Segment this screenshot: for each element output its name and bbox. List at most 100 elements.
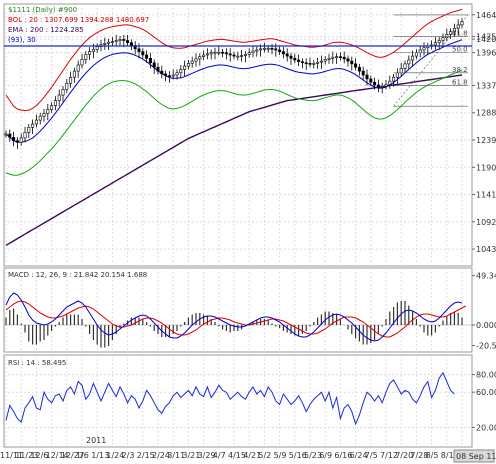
- candle-body: [190, 60, 194, 64]
- candle-body: [213, 51, 217, 54]
- candle-body: [107, 41, 111, 44]
- candle-body: [167, 75, 171, 77]
- price-tick-label: 1141.20: [476, 191, 496, 200]
- candle-body: [388, 80, 392, 85]
- candle-body: [255, 49, 259, 52]
- candle-body: [156, 66, 160, 72]
- candle-body: [118, 39, 122, 41]
- candle-body: [331, 56, 335, 59]
- candle-body: [198, 56, 202, 60]
- candle-body: [129, 42, 133, 46]
- candle-body: [361, 70, 365, 76]
- fib-label: 50.0: [452, 46, 468, 54]
- x-tick-label: 5/9: [274, 451, 287, 460]
- candle-body: [308, 63, 312, 65]
- candle-body: [278, 49, 282, 52]
- candle-body: [224, 52, 228, 55]
- candle-body: [145, 54, 149, 59]
- last-date-label: 08 Sep 11: [456, 452, 496, 461]
- candle-body: [205, 53, 209, 56]
- candle-body: [414, 52, 418, 57]
- candle-body: [285, 53, 289, 57]
- candle-body: [357, 66, 361, 72]
- candle-body: [327, 58, 331, 60]
- price-panel: 61.8 50.0 38.2 61.8 $1111 (Daily) #900 BOL …: [3, 3, 496, 267]
- candle-body: [376, 84, 380, 87]
- candle-body: [34, 119, 38, 125]
- candle-body: [8, 133, 12, 138]
- candle-body: [228, 53, 232, 56]
- x-axis: 11/1111/2312/612/1412/271/6 1/131/242/3 2/…: [0, 451, 474, 460]
- candle-body: [15, 140, 19, 143]
- candle-body: [433, 42, 437, 46]
- candle-body: [80, 59, 84, 66]
- rsi-tick-label: 60.000: [476, 388, 496, 397]
- candle-body: [274, 48, 278, 51]
- candle-body: [232, 54, 236, 57]
- macd-legend: MACD : 12, 26, 9 : 21.842 20.154 1.688: [8, 271, 147, 279]
- candle-body: [91, 49, 95, 52]
- macd-tick-label: 49.341: [476, 272, 496, 281]
- x-tick-label: 6/9: [319, 451, 332, 460]
- candle-body: [380, 85, 384, 88]
- candle-body: [304, 62, 308, 65]
- candle-body: [350, 60, 354, 65]
- candle-body: [38, 115, 42, 121]
- candle-body: [323, 59, 327, 62]
- macd-tick-label: -20.554: [476, 342, 496, 351]
- candle-body: [217, 51, 221, 54]
- x-tick-label: 8/5: [426, 451, 439, 460]
- candle-body: [354, 63, 358, 68]
- stock-chart: 61.8 50.0 38.2 61.8 $1111 (Daily) #900 BOL …: [0, 3, 496, 463]
- candle-body: [319, 60, 323, 63]
- candle-body: [194, 58, 198, 62]
- candle-body: [72, 70, 76, 78]
- candle-body: [23, 132, 27, 139]
- candle-body: [186, 63, 190, 67]
- candle-body: [338, 56, 342, 58]
- candle-body: [46, 109, 50, 114]
- candle-body: [251, 50, 255, 54]
- price-tick-label: 1239.20: [476, 136, 496, 145]
- candle-body: [335, 56, 339, 58]
- candle-body: [114, 40, 118, 42]
- candle-body: [240, 55, 244, 57]
- candle-body: [342, 56, 346, 60]
- candle-body: [293, 58, 297, 61]
- price-panel-frame: [3, 3, 473, 267]
- candle-body: [110, 41, 114, 43]
- candle-body: [65, 83, 69, 90]
- candle-body: [437, 40, 441, 44]
- price-legend-bol: BOL : 20 : 1307.699 1394.288 1480.697: [8, 16, 149, 24]
- price-tick-label: 1043.20: [476, 245, 496, 254]
- candle-body: [384, 84, 388, 87]
- rsi-y-axis: 80.000 60.000 20.000: [472, 371, 496, 432]
- candle-body: [95, 46, 99, 50]
- rsi-tick-label: 80.000: [476, 371, 496, 380]
- x-tick-label: 5/2: [258, 451, 271, 460]
- candle-body: [312, 63, 316, 65]
- fib-label: 38.2: [452, 66, 468, 74]
- candle-body: [141, 51, 145, 56]
- candle-body: [160, 70, 164, 75]
- candle-body: [137, 48, 141, 52]
- price-tick-label: 1464.20: [476, 11, 496, 20]
- candle-body: [445, 34, 449, 39]
- price-legend-extra: (93), 30: [8, 36, 36, 44]
- candle-body: [395, 72, 399, 78]
- candle-body: [373, 81, 377, 86]
- candle-body: [262, 47, 266, 50]
- price-tick-label: 1288.20: [476, 109, 496, 118]
- candle-body: [53, 100, 57, 106]
- candle-body: [399, 68, 403, 74]
- candle-body: [441, 37, 445, 41]
- candle-body: [365, 74, 369, 80]
- macd-tick-label: 0.000: [476, 321, 496, 330]
- price-tick-label: 1092.20: [476, 218, 496, 227]
- candle-body: [411, 55, 415, 61]
- x-tick-label: 7/5: [365, 451, 378, 460]
- price-y-axis: 1464.201425.101420.501396.201337.201288.…: [472, 11, 496, 254]
- candle-body: [42, 113, 46, 117]
- candle-body: [316, 61, 320, 64]
- x-tick-label: 4/7: [213, 451, 226, 460]
